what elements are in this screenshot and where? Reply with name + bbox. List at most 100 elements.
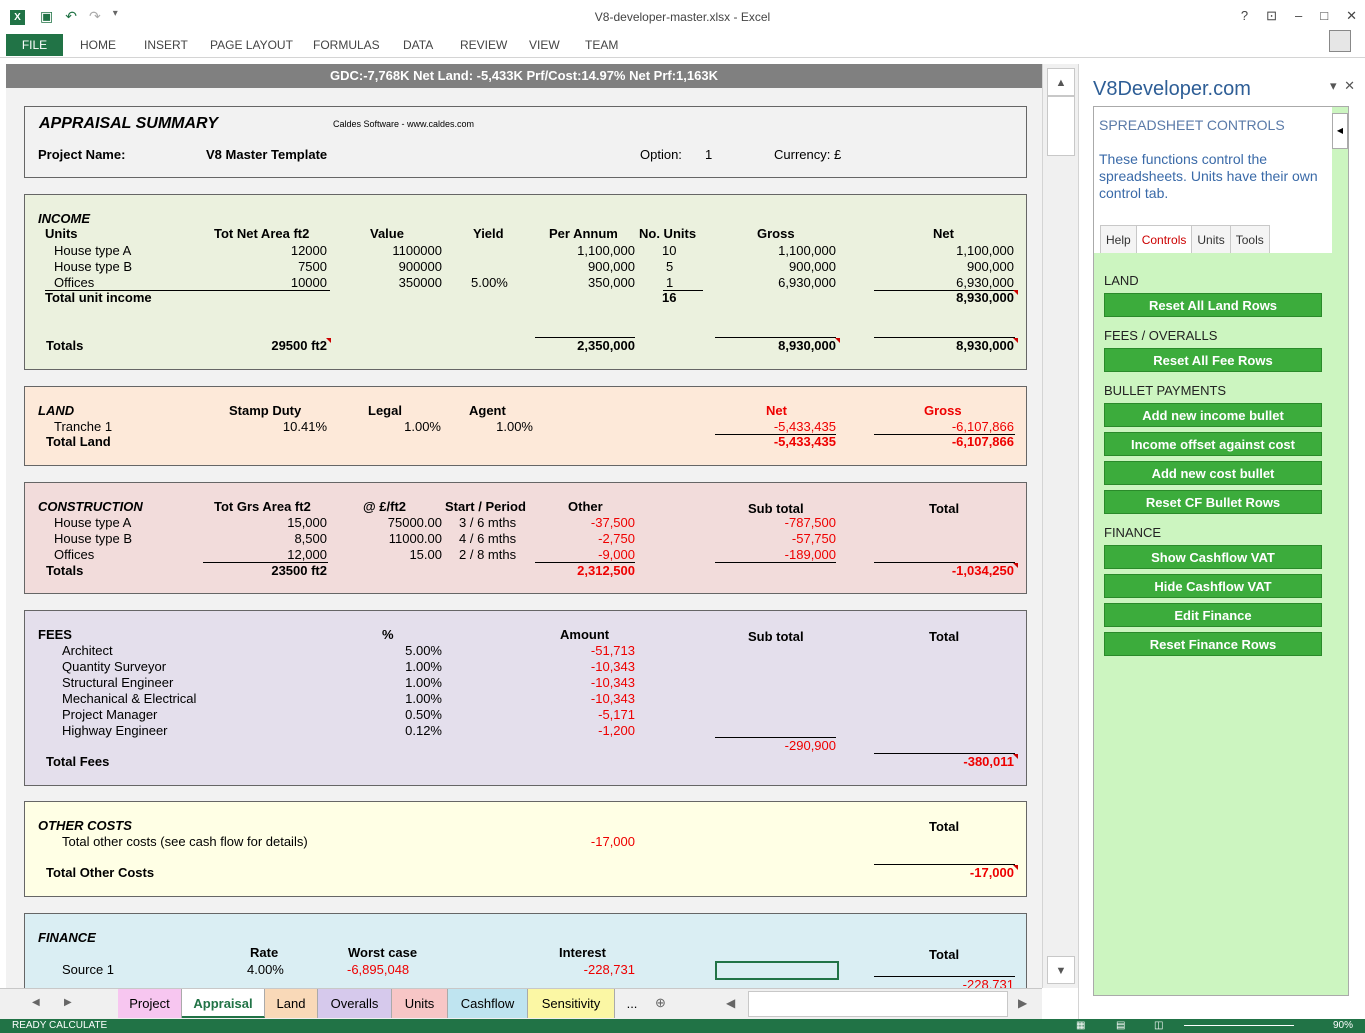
fee-row-pct[interactable]: 5.00%	[355, 643, 442, 658]
fee-row-pct[interactable]: 1.00%	[355, 659, 442, 674]
income-row-value[interactable]: 900000	[355, 259, 442, 274]
user-avatar[interactable]	[1329, 30, 1351, 52]
option-value[interactable]: 1	[705, 147, 712, 162]
hide-cashflow-vat-button[interactable]: Hide Cashflow VAT	[1104, 574, 1322, 598]
edit-finance-button[interactable]: Edit Finance	[1104, 603, 1322, 627]
sheet-tab-project[interactable]: Project	[118, 989, 182, 1018]
land-agent[interactable]: 1.00%	[445, 419, 533, 434]
pane-close-icon[interactable]: ✕	[1344, 78, 1355, 93]
fee-row-name[interactable]: Structural Engineer	[62, 675, 173, 690]
project-name: V8 Master Template	[206, 147, 328, 162]
construction-row-period: 2 / 8 mths	[459, 547, 517, 562]
add-income-bullet-button[interactable]: Add new income bullet	[1104, 403, 1322, 427]
group-land-label: LAND	[1104, 273, 1139, 288]
zoom-slider[interactable]	[1184, 1025, 1294, 1026]
finance-row-name[interactable]: Source 1	[62, 962, 114, 977]
tab-team[interactable]: TEAM	[585, 34, 618, 56]
fee-row-name[interactable]: Project Manager	[62, 707, 157, 722]
sheet-tab-overalls[interactable]: Overalls	[318, 989, 392, 1018]
ribbon-display-icon[interactable]: ⊡	[1266, 8, 1277, 24]
scroll-thumb[interactable]	[1047, 96, 1075, 156]
finance-rate[interactable]: 4.00%	[247, 962, 284, 977]
sheet-tab-land[interactable]: Land	[265, 989, 318, 1018]
fee-row-pct[interactable]: 1.00%	[355, 691, 442, 706]
sheet-tab-appraisal[interactable]: Appraisal	[182, 989, 265, 1018]
fee-row-name[interactable]: Architect	[62, 643, 113, 658]
pane-tab-units[interactable]: Units	[1191, 225, 1231, 253]
more-sheets-button[interactable]: ...	[618, 989, 646, 1018]
construction-row-name[interactable]: Offices	[54, 547, 94, 562]
maximize-icon[interactable]: □	[1320, 8, 1328, 24]
col-amount: Amount	[560, 627, 610, 642]
income-row-area[interactable]: 7500	[225, 259, 327, 274]
income-row-area[interactable]: 12000	[225, 243, 327, 258]
land-legal[interactable]: 1.00%	[355, 419, 441, 434]
close-icon[interactable]: ✕	[1346, 8, 1357, 24]
vertical-scrollbar[interactable]: ▲ ▼	[1042, 64, 1078, 988]
hscroll-right-icon[interactable]: ▶	[1018, 996, 1027, 1010]
tab-review[interactable]: REVIEW	[460, 34, 507, 56]
construction-row-rate[interactable]: 15.00	[355, 547, 442, 562]
pane-options-icon[interactable]: ▾	[1330, 78, 1337, 93]
col-grs-area: Tot Grs Area ft2	[214, 499, 311, 514]
fee-row-name[interactable]: Highway Engineer	[62, 723, 168, 738]
next-sheet-icon[interactable]: ▶	[64, 997, 72, 1008]
normal-view-icon[interactable]: ▦	[1076, 1019, 1085, 1033]
fee-row-name[interactable]: Quantity Surveyor	[62, 659, 166, 674]
income-row-value[interactable]: 1100000	[355, 243, 442, 258]
horizontal-scrollbar[interactable]	[748, 991, 1008, 1017]
prev-sheet-icon[interactable]: ◀	[32, 997, 40, 1008]
sheet-tab-sensitivity[interactable]: Sensitivity	[528, 989, 615, 1018]
income-row-yield[interactable]: 5.00%	[471, 275, 508, 290]
sheet-tab-cashflow[interactable]: Cashflow	[448, 989, 528, 1018]
pane-tab-help[interactable]: Help	[1100, 225, 1137, 253]
construction-row-name[interactable]: House type B	[54, 531, 132, 546]
income-row-name[interactable]: House type B	[54, 259, 132, 274]
fee-row-pct[interactable]: 0.50%	[355, 707, 442, 722]
reset-fee-rows-button[interactable]: Reset All Fee Rows	[1104, 348, 1322, 372]
hscroll-left-icon[interactable]: ◀	[726, 996, 735, 1010]
total-units: 16	[662, 290, 677, 305]
tab-data[interactable]: DATA	[403, 34, 433, 56]
tab-home[interactable]: HOME	[80, 34, 116, 56]
income-row-value[interactable]: 350000	[355, 275, 442, 290]
show-cashflow-vat-button[interactable]: Show Cashflow VAT	[1104, 545, 1322, 569]
tab-insert[interactable]: INSERT	[144, 34, 188, 56]
construction-row-other: -2,750	[598, 531, 635, 546]
construction-row-name[interactable]: House type A	[54, 515, 131, 530]
income-offset-button[interactable]: Income offset against cost	[1104, 432, 1322, 456]
page-break-view-icon[interactable]: ◫	[1154, 1019, 1163, 1033]
reset-land-rows-button[interactable]: Reset All Land Rows	[1104, 293, 1322, 317]
income-row-name[interactable]: House type A	[54, 243, 131, 258]
tab-page-layout[interactable]: PAGE LAYOUT	[210, 34, 293, 56]
selected-cell[interactable]	[715, 961, 839, 980]
scroll-down-icon[interactable]: ▼	[1047, 956, 1075, 984]
tab-file[interactable]: FILE	[6, 34, 63, 56]
pane-tab-controls[interactable]: Controls	[1135, 225, 1193, 253]
add-cost-bullet-button[interactable]: Add new cost bullet	[1104, 461, 1322, 485]
tab-view[interactable]: VIEW	[529, 34, 560, 56]
tab-formulas[interactable]: FORMULAS	[313, 34, 380, 56]
worksheet[interactable]: APPRAISAL SUMMARY Caldes Software - www.…	[6, 88, 1042, 988]
construction-row-rate[interactable]: 75000.00	[355, 515, 442, 530]
zoom-level[interactable]: 90%	[1333, 1019, 1353, 1033]
help-icon[interactable]: ?	[1241, 8, 1248, 24]
land-row-name[interactable]: Tranche 1	[54, 419, 112, 434]
income-row-area[interactable]: 10000	[225, 275, 327, 290]
page-layout-view-icon[interactable]: ▤	[1116, 1019, 1125, 1033]
fee-row-pct[interactable]: 1.00%	[355, 675, 442, 690]
income-row-name[interactable]: Offices	[54, 275, 94, 290]
fee-row-pct[interactable]: 0.12%	[355, 723, 442, 738]
minimize-icon[interactable]: –	[1295, 8, 1302, 24]
scroll-up-icon[interactable]: ▲	[1047, 68, 1075, 96]
construction-row-rate[interactable]: 11000.00	[355, 531, 442, 546]
fee-row-amount: -10,343	[590, 675, 635, 690]
add-sheet-icon[interactable]: ⊕	[655, 995, 666, 1011]
reset-cf-bullet-button[interactable]: Reset CF Bullet Rows	[1104, 490, 1322, 514]
sheet-tab-units[interactable]: Units	[392, 989, 448, 1018]
fee-row-amount: -1,200	[598, 723, 635, 738]
reset-finance-rows-button[interactable]: Reset Finance Rows	[1104, 632, 1322, 656]
fee-row-name[interactable]: Mechanical & Electrical	[62, 691, 196, 706]
pane-tab-tools[interactable]: Tools	[1229, 225, 1270, 253]
pane-collapse-icon[interactable]: ◀	[1332, 113, 1348, 149]
